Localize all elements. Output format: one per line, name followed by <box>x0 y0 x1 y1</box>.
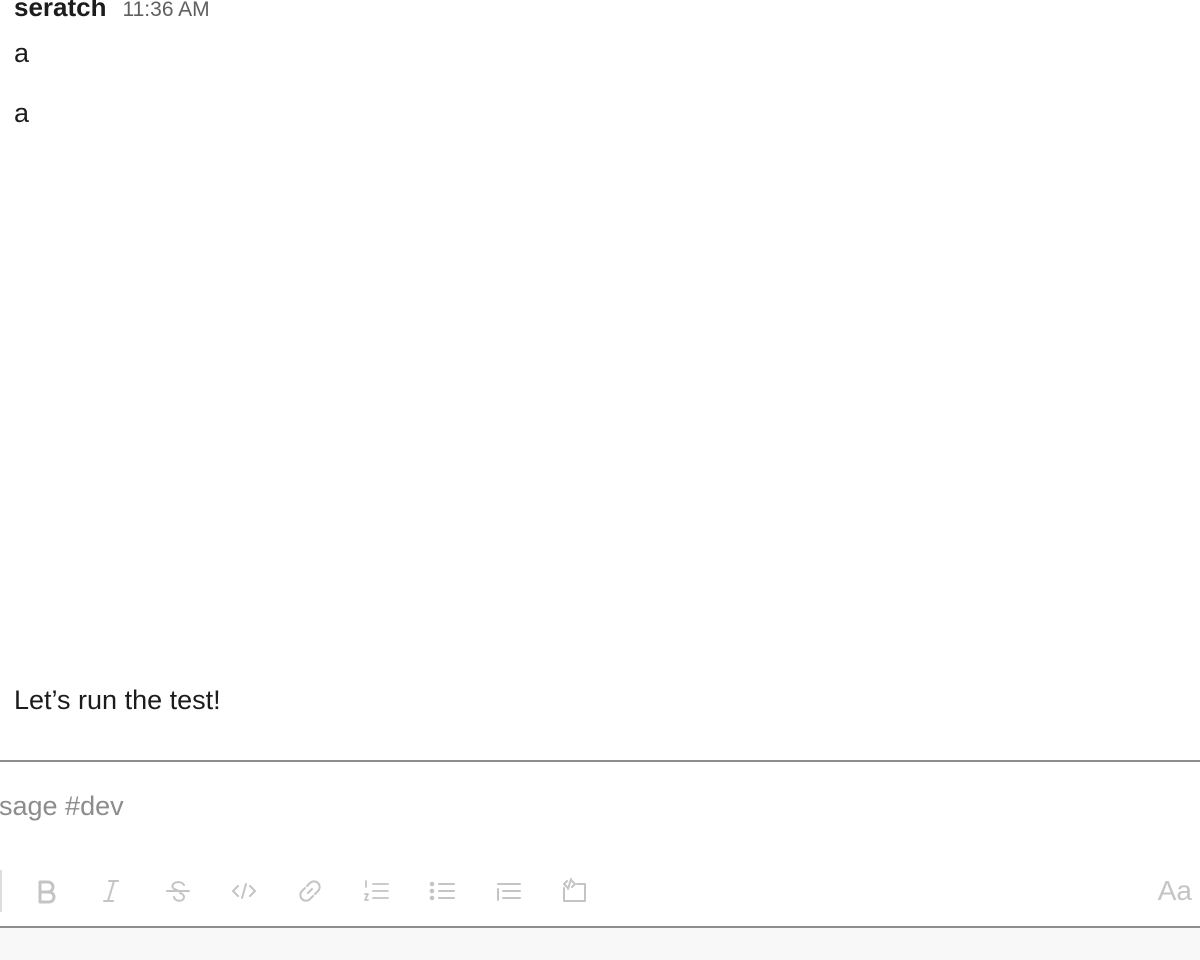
italic-button[interactable] <box>91 871 131 911</box>
message-input[interactable] <box>0 786 1188 826</box>
blockquote-icon <box>497 883 521 901</box>
author-name[interactable]: seratch <box>14 0 107 23</box>
bold-button[interactable] <box>26 871 66 911</box>
code-block-icon <box>563 878 586 902</box>
strikethrough-icon <box>166 881 190 902</box>
code-icon <box>232 883 256 899</box>
ordered-list-button[interactable] <box>356 871 396 911</box>
toolbar-divider <box>0 870 2 912</box>
message-composer: Aa <box>0 760 1200 928</box>
bold-icon <box>38 880 56 904</box>
italic-icon <box>103 880 119 902</box>
code-button[interactable] <box>224 871 264 911</box>
message-pane: seratch 11:36 AM a a Let’s run the test! <box>0 0 1200 960</box>
message-text-followup: Let’s run the test! <box>14 685 221 715</box>
code-block-button[interactable] <box>554 871 594 911</box>
blockquote-button[interactable] <box>488 871 528 911</box>
formatting-toolbar: Aa <box>0 866 1200 916</box>
composer-footer <box>0 928 1200 960</box>
message-timestamp[interactable]: 11:36 AM <box>123 0 210 22</box>
message-text: a <box>14 98 30 128</box>
link-button[interactable] <box>290 871 330 911</box>
bulleted-list-button[interactable] <box>422 871 462 911</box>
strikethrough-button[interactable] <box>158 871 198 911</box>
formatting-toggle-button[interactable]: Aa <box>1158 874 1192 908</box>
message-text: a <box>14 38 30 68</box>
ordered-list-icon <box>364 880 389 901</box>
bulleted-list-icon <box>429 881 455 901</box>
message-header: seratch 11:36 AM <box>14 0 210 26</box>
link-icon <box>299 880 321 902</box>
